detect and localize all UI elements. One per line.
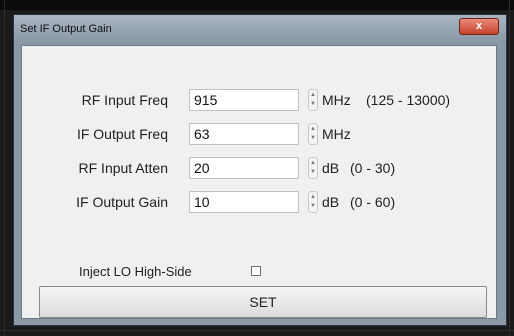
- rf-input-freq-unit: MHz: [322, 92, 351, 108]
- rf-input-freq-label: RF Input Freq: [81, 92, 168, 108]
- if-output-gain-field[interactable]: [189, 191, 299, 213]
- dialog-window: Set IF Output Gain x RF Input Freq ▲ ▼ M…: [13, 14, 507, 326]
- spinner-down-icon[interactable]: ▼: [310, 134, 316, 143]
- if-output-gain-label: IF Output Gain: [76, 194, 168, 210]
- rf-input-freq-spinner[interactable]: ▲ ▼: [308, 89, 318, 111]
- if-output-freq-label: IF Output Freq: [76, 126, 168, 142]
- set-button[interactable]: SET: [39, 286, 487, 318]
- rf-input-atten-label: RF Input Atten: [78, 160, 169, 176]
- rf-input-atten-field[interactable]: [189, 157, 299, 179]
- desktop-grid-line: [509, 0, 510, 336]
- spinner-down-icon[interactable]: ▼: [310, 168, 316, 177]
- if-output-freq-unit: MHz: [322, 126, 351, 142]
- close-icon: x: [475, 20, 483, 32]
- desktop-top-strip: [0, 0, 514, 10]
- inject-lo-checkbox[interactable]: [251, 266, 261, 276]
- if-output-gain-spinner[interactable]: ▲ ▼: [308, 191, 318, 213]
- rf-input-atten-spinner[interactable]: ▲ ▼: [308, 157, 318, 179]
- if-output-gain-range: (0 - 60): [350, 194, 396, 210]
- dialog-client-area: RF Input Freq ▲ ▼ MHz (125 - 13000) IF O…: [21, 45, 497, 319]
- spinner-down-icon[interactable]: ▼: [310, 100, 316, 109]
- window-title: Set IF Output Gain: [20, 23, 112, 35]
- title-bar[interactable]: Set IF Output Gain x: [14, 15, 506, 45]
- close-button[interactable]: x: [459, 18, 499, 35]
- spinner-up-icon[interactable]: ▲: [310, 159, 316, 168]
- spinner-up-icon[interactable]: ▲: [310, 193, 316, 202]
- spinner-up-icon[interactable]: ▲: [310, 91, 316, 100]
- rf-input-freq-range: (125 - 13000): [366, 92, 451, 108]
- spinner-down-icon[interactable]: ▼: [310, 202, 316, 211]
- if-output-freq-field[interactable]: [189, 123, 299, 145]
- if-output-gain-unit: dB: [322, 194, 340, 210]
- inject-lo-label: Inject LO High-Side: [79, 264, 192, 279]
- rf-input-atten-range: (0 - 30): [350, 160, 396, 176]
- spinner-up-icon[interactable]: ▲: [310, 125, 316, 134]
- if-output-freq-spinner[interactable]: ▲ ▼: [308, 123, 318, 145]
- rf-input-freq-field[interactable]: [189, 89, 299, 111]
- rf-input-atten-unit: dB: [322, 160, 340, 176]
- desktop-grid-line: [0, 330, 514, 331]
- desktop-grid-line: [4, 0, 5, 336]
